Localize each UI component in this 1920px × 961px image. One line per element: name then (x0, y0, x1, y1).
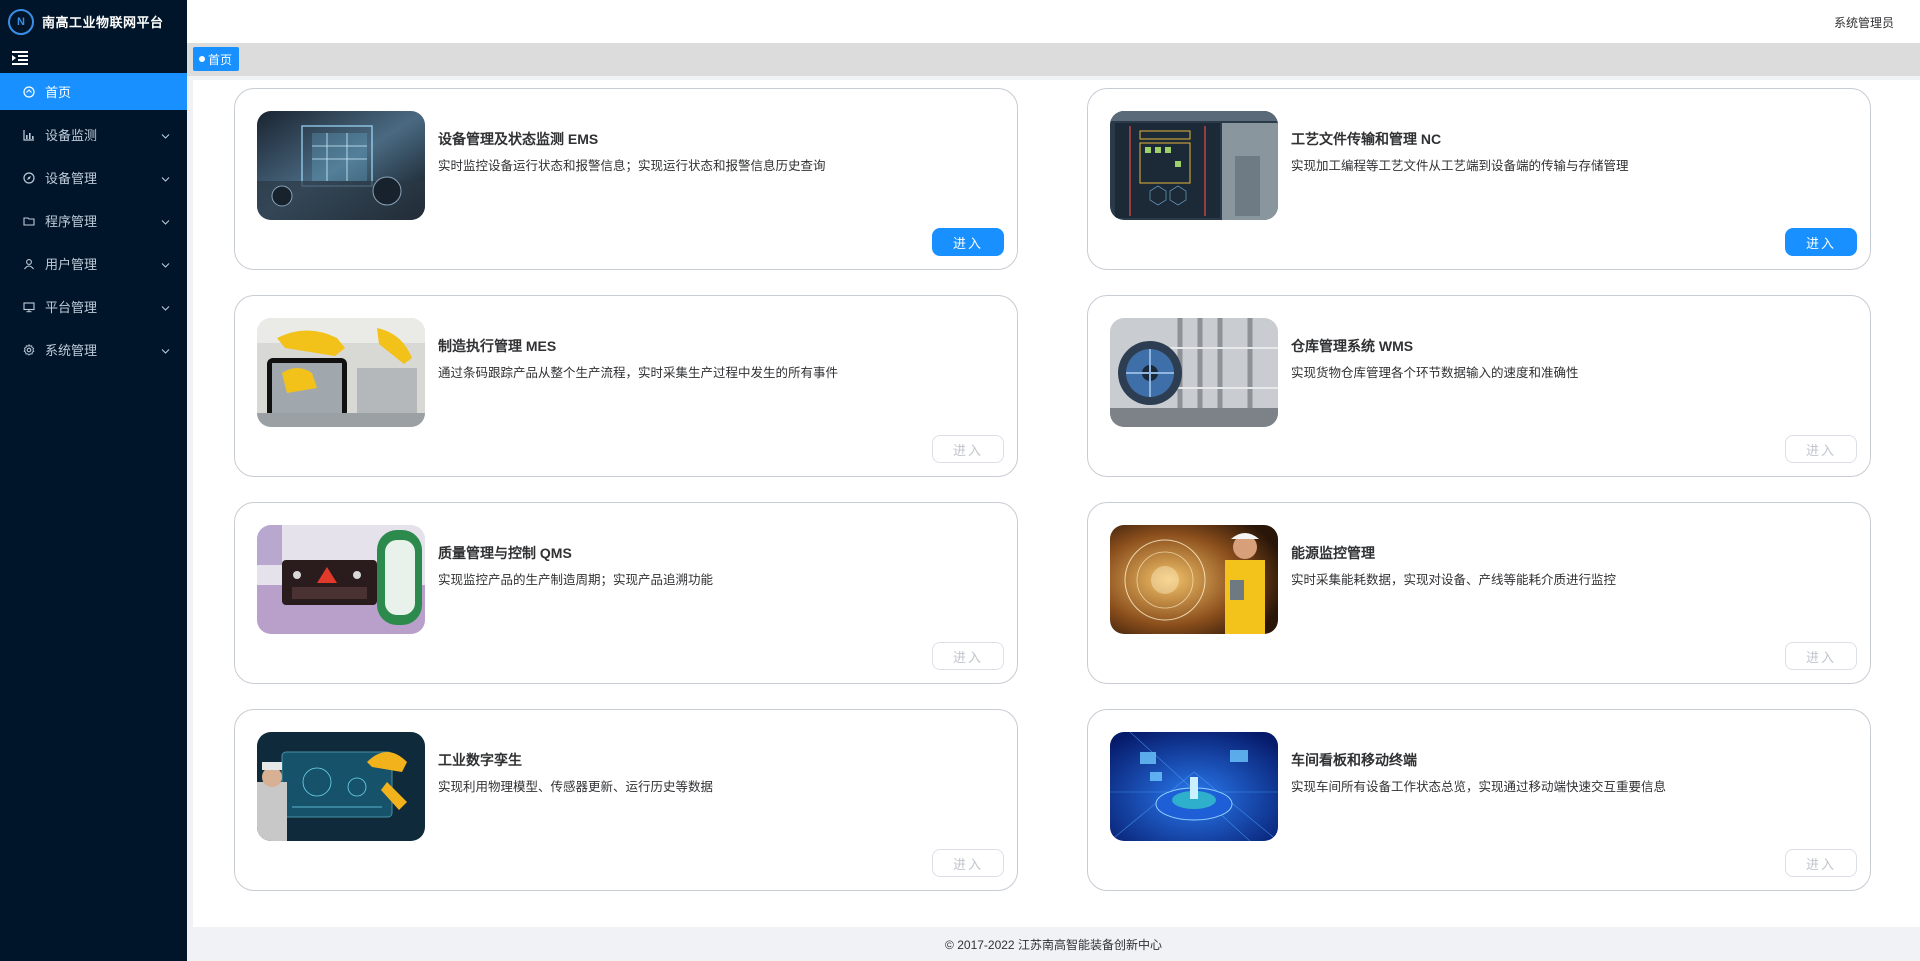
module-card: 制造执行管理 MES 通过条码跟踪产品从整个生产流程，实时采集生产过程中发生的所有… (234, 295, 1018, 477)
sidebar-item-label: 平台管理 (45, 300, 98, 315)
card-description: 实现货物仓库管理各个环节数据输入的速度和准确性 (1291, 366, 1579, 380)
top-header: 系统管理员 (187, 0, 1920, 43)
home-icon (22, 85, 36, 99)
sidebar-item-label: 首页 (45, 85, 72, 100)
card-title: 工业数字孪生 (438, 752, 522, 768)
footer: © 2017-2022 江苏南高智能装备创新中心 (945, 937, 1162, 952)
nc-thumbnail (1110, 111, 1278, 220)
enter-button[interactable]: 进入 (1785, 642, 1857, 670)
tag-home[interactable]: 首页 (193, 47, 240, 71)
menu-fold-icon[interactable] (12, 51, 28, 65)
sidebar-item-6[interactable]: 系统管理 (0, 331, 187, 368)
chevron-down-icon (161, 256, 170, 271)
sidebar-item-label: 用户管理 (45, 257, 98, 272)
mes-thumbnail (257, 318, 425, 427)
main-content: 设备管理及状态监测 EMS 实时监控设备运行状态和报警信息；实现运行状态和报警信息… (193, 80, 1920, 927)
sidebar-menu: 首页设备监测设备管理程序管理用户管理平台管理系统管理 (0, 73, 187, 368)
ems-thumbnail (257, 111, 425, 220)
module-card: 工业数字孪生实现利用物理模型、传感器更新、运行历史等数据进入 (234, 709, 1018, 891)
module-card: 车间看板和移动终端实现车间所有设备工作状态总览，实现通过移动端快速交互重要信息进… (1087, 709, 1871, 891)
module-card: 仓库管理系统 WMS 实现货物仓库管理各个环节数据输入的速度和准确性进入 (1087, 295, 1871, 477)
qms-thumbnail (257, 525, 425, 634)
card-title: 设备管理及状态监测 EMS (438, 131, 599, 147)
chevron-down-icon (161, 127, 170, 142)
enter-button[interactable]: 进入 (1785, 228, 1857, 256)
card-description: 通过条码跟踪产品从整个生产流程，实时采集生产过程中发生的所有事件 (438, 366, 839, 380)
logo[interactable]: N 南高工业物联网平台 (0, 0, 187, 43)
enter-button[interactable]: 进入 (932, 642, 1004, 670)
app-title: 南高工业物联网平台 (42, 15, 164, 30)
energy-thumbnail (1110, 525, 1278, 634)
sidebar-item-5[interactable]: 平台管理 (0, 288, 187, 325)
tag-label: 首页 (208, 52, 233, 67)
sidebar-item-label: 设备监测 (45, 128, 98, 143)
sidebar-item-label: 系统管理 (45, 343, 98, 358)
chevron-down-icon (161, 213, 170, 228)
card-title: 能源监控管理 (1291, 545, 1375, 561)
sidebar-item-1[interactable]: 设备监测 (0, 116, 187, 153)
sidebar: N 南高工业物联网平台 首页设备监测设备管理程序管理用户管理平台管理系统管理 (0, 0, 187, 961)
enter-button[interactable]: 进入 (1785, 435, 1857, 463)
chart-icon (22, 128, 36, 142)
collapse-toggle[interactable] (0, 43, 187, 73)
card-description: 实时监控设备运行状态和报警信息；实现运行状态和报警信息历史查询 (438, 159, 826, 173)
sidebar-item-label: 程序管理 (45, 214, 98, 229)
digital-twin-thumbnail (257, 732, 425, 841)
card-title: 仓库管理系统 WMS (1291, 338, 1414, 354)
card-title: 质量管理与控制 QMS (438, 545, 572, 561)
card-description: 实现利用物理模型、传感器更新、运行历史等数据 (438, 780, 714, 794)
dashboard-thumbnail (1110, 732, 1278, 841)
card-title: 车间看板和移动终端 (1291, 752, 1417, 768)
wms-thumbnail (1110, 318, 1278, 427)
module-card: 工艺文件传输和管理 NC 实现加工编程等工艺文件从工艺端到设备端的传输与存储管理进… (1087, 88, 1871, 270)
user-icon (22, 257, 36, 271)
sidebar-item-3[interactable]: 程序管理 (0, 202, 187, 239)
card-description: 实时采集能耗数据，实现对设备、产线等能耗介质进行监控 (1291, 573, 1617, 587)
enter-button[interactable]: 进入 (932, 849, 1004, 877)
sidebar-item-0[interactable]: 首页 (0, 73, 187, 110)
enter-button[interactable]: 进入 (932, 228, 1004, 256)
sidebar-item-label: 设备管理 (45, 171, 98, 186)
card-description: 实现监控产品的生产制造周期；实现产品追溯功能 (438, 573, 714, 587)
card-description: 实现车间所有设备工作状态总览，实现通过移动端快速交互重要信息 (1291, 780, 1667, 794)
module-card: 能源监控管理实时采集能耗数据，实现对设备、产线等能耗介质进行监控进入 (1087, 502, 1871, 684)
card-title: 工艺文件传输和管理 NC (1291, 131, 1442, 147)
folder-icon (22, 214, 36, 228)
sidebar-item-4[interactable]: 用户管理 (0, 245, 187, 282)
module-card: 设备管理及状态监测 EMS 实时监控设备运行状态和报警信息；实现运行状态和报警信息… (234, 88, 1018, 270)
module-card: 质量管理与控制 QMS 实现监控产品的生产制造周期；实现产品追溯功能进入 (234, 502, 1018, 684)
card-description: 实现加工编程等工艺文件从工艺端到设备端的传输与存储管理 (1291, 159, 1629, 173)
card-title: 制造执行管理 MES (438, 338, 557, 354)
compass-icon (22, 171, 36, 185)
user-menu[interactable]: 系统管理员 (1834, 14, 1894, 31)
chevron-down-icon (161, 170, 170, 185)
enter-button[interactable]: 进入 (1785, 849, 1857, 877)
logo-mark: N (8, 8, 34, 35)
gear-icon (22, 343, 36, 357)
chevron-down-icon (161, 342, 170, 357)
enter-button[interactable]: 进入 (932, 435, 1004, 463)
tags-bar: 首页 (187, 43, 1920, 76)
sidebar-item-2[interactable]: 设备管理 (0, 159, 187, 196)
monitor-icon (22, 300, 36, 314)
chevron-down-icon (161, 299, 170, 314)
active-dot (199, 56, 205, 62)
